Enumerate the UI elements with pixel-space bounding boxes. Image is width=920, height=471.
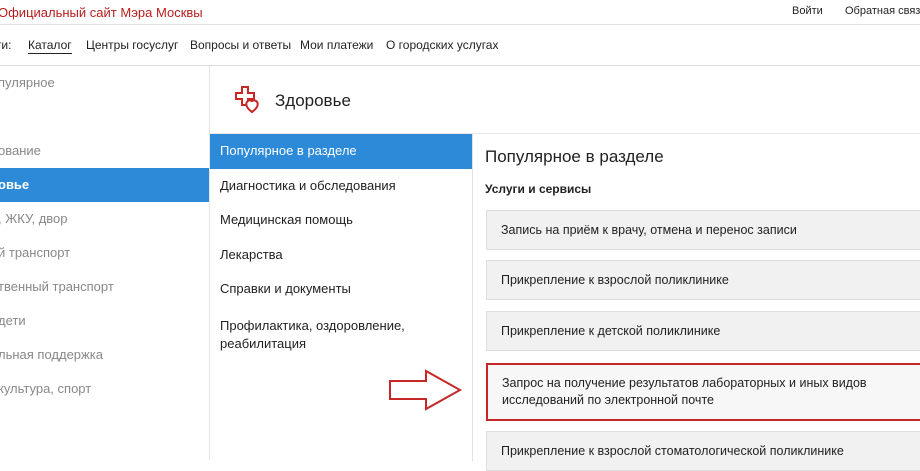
health-cross-heart-icon [235,86,259,114]
menu-item-catalog[interactable]: Каталог [28,38,72,54]
subnav-item-medicines[interactable]: Лекарства [210,238,472,273]
login-link[interactable]: Войти [792,5,823,17]
subnav-item-certificates[interactable]: Справки и документы [210,272,472,307]
sidebar-item-label: льная поддержка [0,347,103,362]
sidebar-item-label: ование [0,143,41,158]
menu-item-service-centers[interactable]: Центры госуслуг [86,38,178,52]
category-sidebar: пулярное ование овье , ЖКУ, двор й транс… [0,66,210,460]
sidebar-item-label: , ЖКУ, двор [0,211,68,226]
subnav-item-medical-help[interactable]: Медицинская помощь [210,203,472,238]
sidebar-item-housing[interactable]: , ЖКУ, двор [0,202,209,236]
sidebar-item-culture-sport[interactable]: культура, спорт [0,372,209,406]
feedback-link[interactable]: Обратная связь [845,5,920,17]
content-title: Популярное в разделе [485,147,664,166]
menu-item-my-payments[interactable]: Мои платежи [300,38,373,52]
site-title[interactable]: Официальный сайт Мэра Москвы [0,5,203,20]
sidebar-item-label: й транспорт [0,245,71,260]
sidebar-item-popular[interactable]: пулярное [0,66,209,100]
menu-item-faq[interactable]: Вопросы и ответы [190,38,291,52]
sidebar-item-label: культура, спорт [0,381,92,396]
sidebar-item-personal-transport[interactable]: й транспорт [0,236,209,270]
subnav-item-popular[interactable]: Популярное в разделе [210,134,472,169]
top-bar: Официальный сайт Мэра Москвы Войти Обрат… [0,0,920,25]
content-panel: Популярное в разделе Услуги и сервисы За… [473,133,920,471]
subnav-item-diagnostics[interactable]: Диагностика и обследования [210,169,472,204]
sidebar-item-public-transport[interactable]: твенный транспорт [0,270,209,304]
content-subtitle: Услуги и сервисы [485,182,592,196]
sidebar-item-social-support[interactable]: льная поддержка [0,338,209,372]
section-header: Здоровье [211,66,920,130]
sidebar-item[interactable] [0,406,209,440]
service-card-doctor-appointment[interactable]: Запись на приём к врачу, отмена и перено… [486,210,920,250]
sidebar-item-education[interactable]: ование [0,134,209,168]
section-title: Здоровье [275,91,351,110]
main-menu: ги: Каталог Центры госуслуг Вопросы и от… [0,25,920,66]
sidebar-item-label: дети [0,313,26,328]
menu-prefix: ги: [0,38,12,52]
sidebar-item-health[interactable]: овье [0,168,209,202]
subsection-nav: Популярное в разделе Диагностика и обсле… [210,133,473,461]
sidebar-item-children[interactable]: дети [0,304,209,338]
menu-item-about-services[interactable]: О городских услугах [386,38,498,52]
service-card-adult-clinic[interactable]: Прикрепление к взрослой поликлинике [486,260,920,300]
service-card-child-clinic[interactable]: Прикрепление к детской поликлинике [486,311,920,351]
sidebar-item[interactable] [0,100,209,134]
service-card-lab-results-email[interactable]: Запрос на получение результатов лаборато… [486,363,920,421]
arrow-right-icon [389,369,462,411]
subnav-item-prevention[interactable]: Профилактика, оздоровление, реабилитация [210,309,430,361]
sidebar-item-label: пулярное [0,75,55,90]
sidebar-item-label: овье [0,177,30,192]
sidebar-item-label: твенный транспорт [0,279,114,294]
service-card-dental-clinic[interactable]: Прикрепление к взрослой стоматологическо… [486,431,920,471]
